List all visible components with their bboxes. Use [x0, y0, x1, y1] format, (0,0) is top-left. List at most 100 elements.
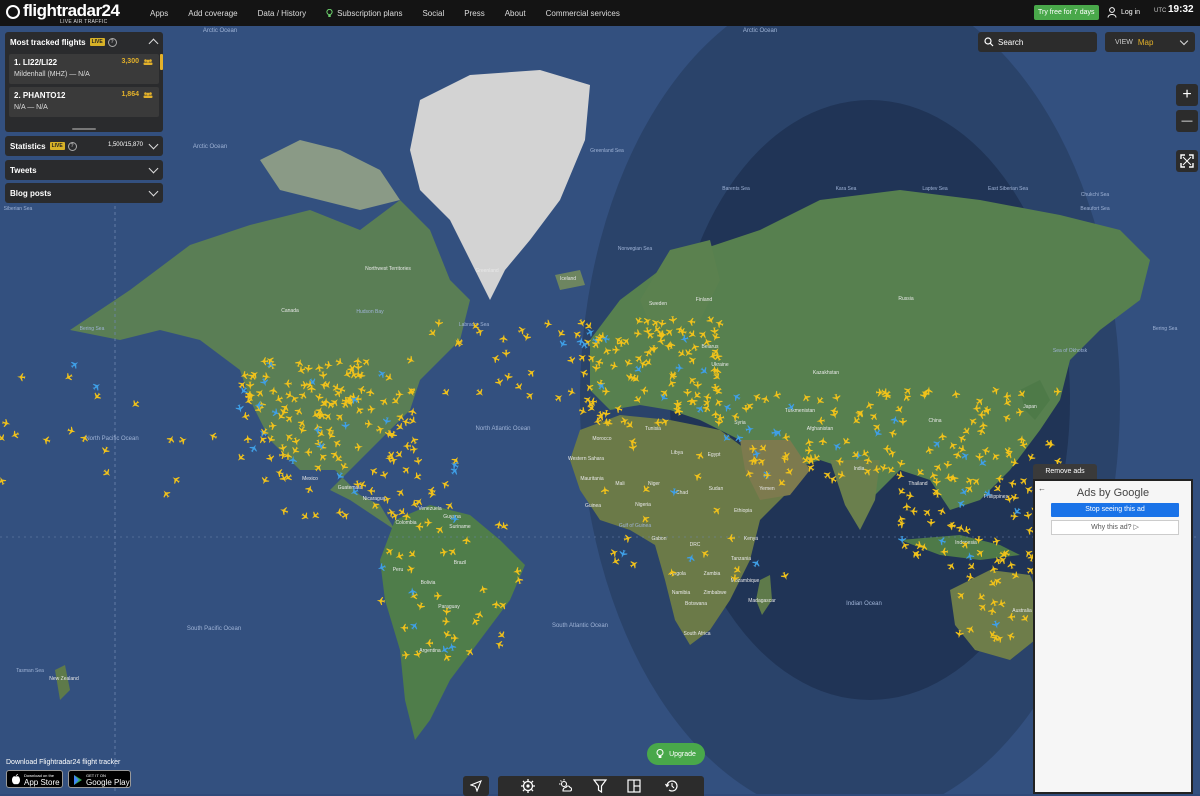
app-store-badge[interactable]: Download on the App Store [6, 770, 63, 788]
gear-icon[interactable] [520, 778, 536, 794]
statistics-panel[interactable]: Statistics LIVE ? 1,500/15,870 [5, 136, 163, 156]
utc-clock: 19:32 [1168, 4, 1194, 15]
my-location-button[interactable] [463, 776, 489, 796]
sea-label: Bering Sea [1153, 326, 1178, 332]
search-box[interactable]: Search [978, 32, 1097, 52]
google-play-text: Google Play [86, 778, 130, 787]
ocean-label: North Atlantic Ocean [475, 426, 530, 432]
tracked-flight-row[interactable]: 2. PHANTO12 1,864 N/A — N/A [9, 87, 159, 117]
scrollbar-thumb[interactable] [160, 54, 163, 70]
sea-label: Bering Sea [80, 326, 105, 332]
tracker-count: 3,300 [121, 58, 139, 65]
chevron-down-icon[interactable] [148, 139, 159, 150]
country-label: Niger [648, 481, 660, 487]
country-label: Chad [676, 490, 688, 496]
plus-icon: + [1182, 86, 1192, 103]
free-trial-button[interactable]: Try free for 7 days [1034, 5, 1099, 20]
scroll-handle[interactable] [72, 128, 96, 130]
live-flight-map[interactable]: Arctic Ocean Arctic Ocean Arctic Ocean Nort… [0, 26, 1200, 794]
country-label: Finland [696, 297, 713, 303]
country-label: Yemen [759, 486, 775, 492]
country-label: DRC [690, 542, 701, 548]
upgrade-button[interactable]: Upgrade [647, 743, 705, 765]
filter-icon[interactable] [592, 778, 608, 794]
help-icon[interactable]: ? [107, 37, 117, 47]
minus-icon: — [1181, 114, 1193, 127]
country-label: Turkmenistan [785, 408, 815, 414]
nav-about[interactable]: About [505, 9, 526, 18]
sea-label: Greenland Sea [590, 148, 624, 154]
nav-add-coverage[interactable]: Add coverage [188, 9, 237, 18]
bottom-toolbar [498, 776, 704, 796]
nav-apps[interactable]: Apps [150, 9, 168, 18]
layout-icon[interactable] [626, 778, 642, 794]
country-label: Libya [671, 450, 683, 456]
sea-label: Sea of Okhotsk [1053, 348, 1088, 354]
tracked-flight-row[interactable]: 1. LI22/LI22 3,300 Mildenhall (MHZ) — N/… [9, 54, 159, 84]
blog-posts-header[interactable]: Blog posts [5, 183, 163, 203]
google-play-badge[interactable]: GET IT ON Google Play [68, 770, 131, 788]
country-label: Suriname [449, 524, 471, 530]
country-label: Brazil [454, 560, 467, 566]
country-label: Russia [898, 296, 914, 302]
nav-subscription-plans[interactable]: Subscription plans [326, 8, 403, 18]
search-label: Search [998, 37, 1024, 47]
play-triangle-icon [74, 775, 82, 785]
country-label: Greenland [475, 268, 499, 274]
country-label: China [928, 418, 941, 424]
nav-press[interactable]: Press [464, 9, 484, 18]
blog-posts-panel[interactable]: Blog posts [5, 183, 163, 203]
zoom-in-button[interactable]: + [1176, 84, 1198, 106]
tweets-panel[interactable]: Tweets [5, 160, 163, 180]
fullscreen-button[interactable] [1176, 150, 1198, 172]
flightradar24-logo[interactable]: flightradar24 LIVE AIR TRAFFIC [6, 2, 126, 25]
remove-ads-button[interactable]: Remove ads [1033, 464, 1097, 479]
country-label: Sweden [649, 301, 667, 307]
country-label: Syria [734, 420, 746, 426]
search-icon [984, 37, 994, 47]
chevron-up-icon[interactable] [148, 38, 159, 49]
most-tracked-header[interactable]: Most tracked flights LIVE ? [5, 32, 163, 52]
country-label: Kazakhstan [813, 370, 839, 376]
view-label: VIEW [1115, 38, 1133, 46]
chevron-down-icon[interactable] [148, 186, 159, 197]
stop-seeing-ad-button[interactable]: Stop seeing this ad [1051, 503, 1179, 517]
ocean-label: South Atlantic Ocean [552, 623, 608, 629]
download-text: Download Flightradar24 flight tracker [6, 759, 121, 766]
history-icon[interactable] [664, 778, 680, 794]
view-selector[interactable]: VIEW Map [1105, 32, 1195, 52]
login-button[interactable]: Log in [1107, 5, 1140, 20]
nav-data-history[interactable]: Data / History [258, 9, 306, 18]
help-icon[interactable]: ? [67, 141, 77, 151]
country-label: Argentina [419, 648, 441, 654]
tweets-title: Tweets [10, 165, 37, 175]
ocean-label: Arctic Ocean [203, 28, 237, 34]
people-icon [143, 92, 153, 98]
tweets-header[interactable]: Tweets [5, 160, 163, 180]
zoom-out-button[interactable]: — [1176, 110, 1198, 132]
most-tracked-title: Most tracked flights [10, 37, 86, 47]
weather-icon[interactable] [558, 778, 574, 794]
ocean-label: South Pacific Ocean [187, 626, 241, 632]
user-icon [1107, 7, 1117, 18]
top-navigation-bar: flightradar24 LIVE AIR TRAFFIC Apps Add … [0, 0, 1200, 26]
nav-social[interactable]: Social [422, 9, 444, 18]
sea-label: Kara Sea [836, 186, 857, 192]
sea-label: Beaufort Sea [1080, 206, 1109, 212]
apple-icon [12, 774, 20, 785]
ads-by-google-label: Ads by Google [1076, 487, 1150, 499]
country-label: Iceland [560, 276, 576, 282]
chevron-down-icon[interactable] [148, 163, 159, 174]
radar-ring-icon [6, 5, 20, 19]
statistics-header[interactable]: Statistics LIVE ? 1,500/15,870 [5, 136, 163, 156]
sea-label: Tasman Sea [16, 668, 44, 674]
ocean-label: Arctic Ocean [193, 144, 227, 150]
why-this-ad-button[interactable]: Why this ad? ▷ [1051, 520, 1179, 535]
login-label: Log in [1121, 9, 1141, 16]
sea-label: Hudson Bay [356, 309, 384, 315]
nav-subscription-label: Subscription plans [337, 8, 403, 18]
sea-label: Laptev Sea [922, 186, 948, 192]
nav-commercial-services[interactable]: Commercial services [546, 9, 620, 18]
country-label: Kenya [744, 536, 758, 542]
country-label: Venezuela [418, 506, 442, 512]
